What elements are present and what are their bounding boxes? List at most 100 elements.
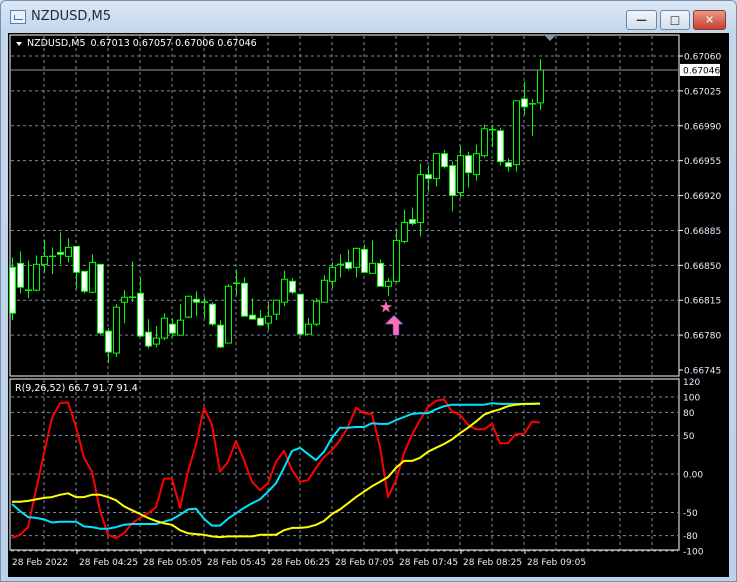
candle: [425, 165, 432, 192]
candle: [489, 125, 496, 147]
candle-body-bull: [433, 153, 440, 180]
candle: [97, 263, 104, 336]
candle-body-bear: [145, 331, 152, 347]
ohlc-values: 0.67013 0.67057 0.67006 0.67046: [91, 38, 257, 49]
candle-body-bull: [401, 221, 408, 242]
candle: [521, 81, 528, 115]
indicator-axis-label: -100: [683, 548, 704, 558]
candle-body-bear: [257, 317, 264, 326]
current-price-label: 0.67046: [683, 66, 720, 76]
indicator-axis-label: 50: [683, 432, 695, 442]
candle-body-bull: [113, 306, 120, 354]
candle-body-bear: [521, 98, 528, 108]
candle: [89, 254, 96, 294]
candle-body-bear: [361, 248, 368, 273]
candle: [361, 244, 368, 274]
candle: [289, 278, 296, 295]
chart-shift-marker[interactable]: [544, 35, 556, 41]
candle-body-bear: [209, 303, 216, 325]
time-axis-label: 28 Feb 06:25: [271, 558, 330, 568]
candle-body-bull: [161, 317, 168, 339]
candle-body-bull: [393, 239, 400, 282]
candle: [329, 262, 336, 289]
candle: [113, 304, 120, 358]
mid-line: [11, 402, 541, 530]
candle: [145, 319, 152, 349]
candle: [105, 328, 112, 364]
time-axis-label: 28 Feb 07:45: [399, 558, 458, 568]
candle-body-bear: [409, 218, 416, 224]
candle-body-bear: [81, 270, 88, 292]
candle-body-bear: [137, 292, 144, 337]
candle: [497, 127, 504, 166]
candle-body-bull: [273, 299, 280, 315]
up-arrow-icon: [384, 314, 404, 336]
candle: [265, 302, 272, 331]
candle: [137, 278, 144, 338]
candle-body-bull: [225, 285, 232, 344]
candle: [257, 310, 264, 327]
price-axis-label: 0.66780: [684, 332, 721, 342]
candle: [121, 290, 128, 324]
candle-body-bear: [241, 282, 248, 317]
candle: [73, 245, 80, 290]
candle: [193, 291, 200, 317]
candle-body-bull: [265, 315, 272, 324]
candle-body-bull: [65, 246, 72, 257]
time-axis-label: 28 Feb 08:25: [463, 558, 522, 568]
chart-header: NZDUSD,M5 0.67013 0.67057 0.67006 0.67046: [27, 38, 257, 49]
price-axis-label: 0.67060: [684, 53, 721, 63]
candle: [129, 261, 136, 303]
candle: [217, 320, 224, 349]
candle: [417, 163, 424, 237]
price-axis-label: 0.66990: [684, 122, 721, 132]
candle: [529, 98, 536, 136]
candle: [433, 153, 440, 187]
candle-body-bull: [537, 69, 544, 104]
candle: [481, 124, 488, 158]
candle: [33, 255, 40, 292]
candle: [321, 275, 328, 303]
candle: [537, 58, 544, 110]
candle-body-bull: [281, 278, 288, 303]
fast-line: [11, 398, 541, 539]
candle: [369, 240, 376, 274]
candle: [305, 318, 312, 335]
candle: [209, 302, 216, 327]
candle-body-bull: [417, 174, 424, 223]
price-axis-label: 0.66920: [684, 192, 721, 202]
candle-body-bull: [305, 323, 312, 335]
price-axis-label: 0.66815: [684, 297, 721, 307]
candle-body-bull: [33, 263, 40, 291]
candle: [353, 247, 360, 278]
candle: [177, 304, 184, 336]
candle-body-bear: [505, 162, 512, 168]
price-axis-label: 0.66850: [684, 262, 721, 272]
candle-body-bull: [481, 128, 488, 157]
candle-body-bear: [289, 280, 296, 293]
candle-body-bear: [449, 165, 456, 197]
main-pane-border: [9, 34, 680, 377]
candle: [17, 251, 24, 294]
price-axis-label: 0.67025: [684, 87, 721, 97]
candle: [169, 318, 176, 338]
indicator-axis-label: 120: [683, 378, 700, 388]
candle-body-bull: [473, 153, 480, 176]
star-icon: [379, 300, 393, 313]
candle: [385, 278, 392, 297]
candle-body-bear: [497, 130, 504, 163]
candle-body-bull: [313, 300, 320, 325]
candle-body-bull: [153, 337, 160, 345]
candle-body-bear: [97, 263, 104, 334]
candle: [153, 326, 160, 348]
candle: [233, 269, 240, 296]
candle-body-bull: [369, 262, 376, 274]
candle: [465, 151, 472, 188]
candle: [225, 284, 232, 344]
price-chart[interactable]: 0.67060 0.67025 0.66990 0.66955 0.66920 0.668…: [0, 0, 737, 582]
indicator-axis-label: 80: [683, 409, 695, 419]
candle: [57, 232, 64, 265]
candle: [161, 313, 168, 341]
candle-body-bear: [73, 245, 80, 273]
symbol-dropdown-icon[interactable]: [16, 42, 22, 46]
